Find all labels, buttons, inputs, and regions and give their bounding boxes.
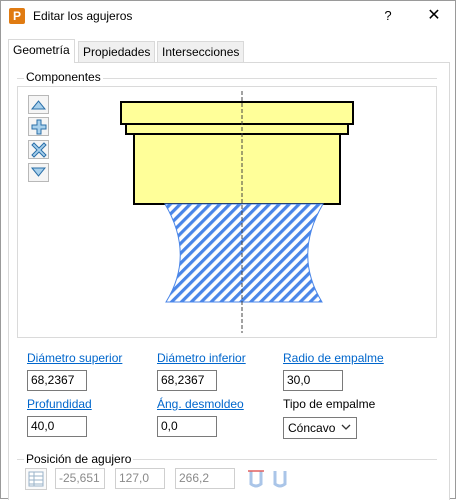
profundidad-label[interactable]: Profundidad (27, 397, 92, 411)
upper-step-shape (125, 123, 349, 135)
close-button[interactable]: ✕ (419, 3, 449, 29)
dialog-window: P Editar los agujeros ? ✕ Geometría Prop… (0, 0, 456, 500)
hole-bottom-icon (273, 471, 287, 488)
radio-empalme-input[interactable]: 30,0 (283, 370, 343, 391)
position-x-input: -25,651 (55, 468, 105, 489)
move-down-icon (31, 167, 46, 177)
position-group-label: Posición de agujero (24, 452, 134, 466)
diametro-inferior-label[interactable]: Diámetro inferior (157, 351, 246, 365)
tab-geometria[interactable]: Geometría (8, 39, 75, 63)
coordinate-table-icon (28, 471, 44, 487)
align-bottom-button[interactable] (270, 468, 290, 490)
tipo-empalme-label: Tipo de empalme (283, 397, 376, 411)
components-group-label: Componentes (24, 70, 103, 84)
tipo-empalme-select[interactable]: Cóncavo (283, 417, 357, 439)
add-icon (31, 119, 46, 134)
profundidad-input[interactable]: 40,0 (27, 416, 87, 437)
diametro-superior-input[interactable]: 68,2367 (27, 370, 87, 391)
app-icon: P (9, 8, 25, 24)
hole-preview-canvas[interactable] (17, 86, 437, 338)
move-up-button[interactable] (28, 95, 49, 114)
align-top-button[interactable] (246, 468, 266, 490)
upper-cylinder-shape (133, 133, 341, 205)
hole-top-icon (248, 470, 264, 488)
move-up-icon (31, 100, 46, 110)
help-button[interactable]: ? (373, 3, 403, 29)
ang-desmoldeo-label[interactable]: Áng. desmoldeo (157, 397, 244, 411)
position-picker-button[interactable] (25, 468, 47, 490)
move-down-button[interactable] (28, 163, 49, 182)
tab-propiedades[interactable]: Propiedades (78, 41, 156, 62)
position-y-input: 127,0 (115, 468, 165, 489)
delete-icon (30, 141, 47, 158)
top-flange-shape (120, 101, 354, 125)
title-bar: P Editar los agujeros ? ✕ (1, 1, 455, 32)
radio-empalme-label[interactable]: Radio de empalme (283, 351, 384, 365)
hole-profile-drawing (120, 91, 354, 333)
concave-fillet-section (164, 203, 324, 303)
tipo-empalme-value: Cóncavo (288, 421, 336, 435)
diametro-inferior-input[interactable]: 68,2367 (157, 370, 217, 391)
window-title: Editar los agujeros (33, 9, 133, 23)
add-component-button[interactable] (28, 117, 49, 136)
chevron-down-icon (341, 421, 351, 435)
diametro-superior-label[interactable]: Diámetro superior (27, 351, 122, 365)
ang-desmoldeo-input[interactable]: 0,0 (157, 416, 217, 437)
position-z-input: 266,2 (175, 468, 235, 489)
delete-component-button[interactable] (28, 140, 49, 159)
tab-intersecciones[interactable]: Intersecciones (157, 41, 245, 62)
